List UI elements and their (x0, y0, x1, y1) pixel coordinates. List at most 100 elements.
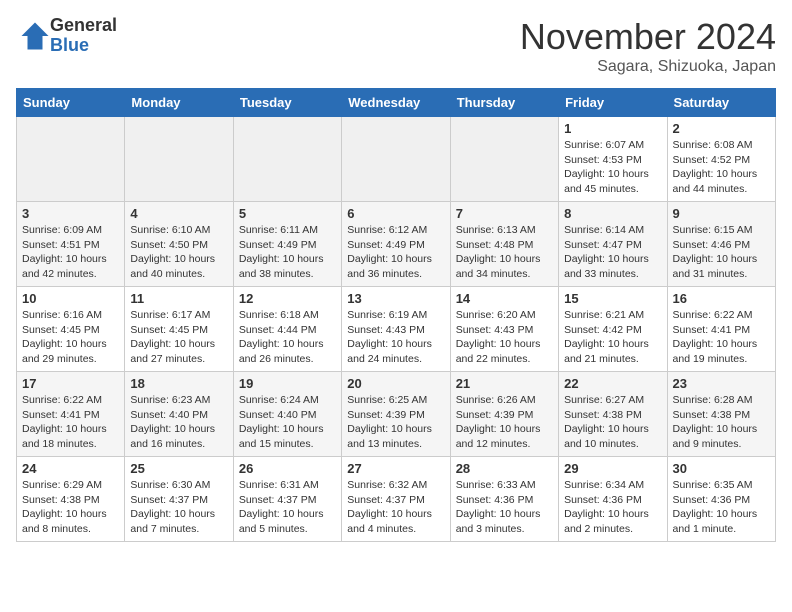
day-number: 20 (347, 376, 444, 391)
day-number: 15 (564, 291, 661, 306)
day-info: Sunrise: 6:10 AM Sunset: 4:50 PM Dayligh… (130, 223, 227, 282)
calendar-day-cell: 6 Sunrise: 6:12 AM Sunset: 4:49 PM Daylig… (342, 202, 450, 287)
day-info: Sunrise: 6:22 AM Sunset: 4:41 PM Dayligh… (673, 308, 770, 367)
day-info: Sunrise: 6:32 AM Sunset: 4:37 PM Dayligh… (347, 478, 444, 537)
day-info: Sunrise: 6:09 AM Sunset: 4:51 PM Dayligh… (22, 223, 119, 282)
day-info: Sunrise: 6:12 AM Sunset: 4:49 PM Dayligh… (347, 223, 444, 282)
day-info: Sunrise: 6:30 AM Sunset: 4:37 PM Dayligh… (130, 478, 227, 537)
day-number: 3 (22, 206, 119, 221)
calendar-day-cell: 7Sunrise: 6:13 AM Sunset: 4:48 PM Daylig… (450, 202, 558, 287)
logo-icon (20, 21, 50, 51)
calendar-day-cell: 26 Sunrise: 6:31 AM Sunset: 4:37 PM Dayli… (233, 457, 341, 542)
day-number: 16 (673, 291, 770, 306)
day-info: Sunrise: 6:23 AM Sunset: 4:40 PM Dayligh… (130, 393, 227, 452)
day-info: Sunrise: 6:24 AM Sunset: 4:40 PM Dayligh… (239, 393, 336, 452)
logo-blue-text: Blue (50, 36, 117, 56)
calendar-day-cell: 28 Sunrise: 6:33 AM Sunset: 4:36 PM Dayli… (450, 457, 558, 542)
calendar-day-cell: 11 Sunrise: 6:17 AM Sunset: 4:45 PM Dayli… (125, 287, 233, 372)
calendar-day-cell: 17Sunrise: 6:22 AM Sunset: 4:41 PM Dayli… (17, 372, 125, 457)
day-number: 22 (564, 376, 661, 391)
day-number: 8 (564, 206, 661, 221)
calendar-week-row: 3 Sunrise: 6:09 AM Sunset: 4:51 PM Daylig… (17, 202, 776, 287)
month-title: November 2024 (520, 16, 776, 58)
calendar-day-cell: 1 Sunrise: 6:07 AM Sunset: 4:53 PM Daylig… (559, 117, 667, 202)
calendar-day-cell: 27 Sunrise: 6:32 AM Sunset: 4:37 PM Dayli… (342, 457, 450, 542)
day-info: Sunrise: 6:17 AM Sunset: 4:45 PM Dayligh… (130, 308, 227, 367)
calendar-day-cell: 10 Sunrise: 6:16 AM Sunset: 4:45 PM Dayli… (17, 287, 125, 372)
calendar-day-cell: 15 Sunrise: 6:21 AM Sunset: 4:42 PM Dayli… (559, 287, 667, 372)
calendar-day-cell: 20Sunrise: 6:25 AM Sunset: 4:39 PM Dayli… (342, 372, 450, 457)
day-info: Sunrise: 6:26 AM Sunset: 4:39 PM Dayligh… (456, 393, 553, 452)
day-info: Sunrise: 6:20 AM Sunset: 4:43 PM Dayligh… (456, 308, 553, 367)
calendar-day-cell: 25 Sunrise: 6:30 AM Sunset: 4:37 PM Dayli… (125, 457, 233, 542)
calendar-week-row: 17Sunrise: 6:22 AM Sunset: 4:41 PM Dayli… (17, 372, 776, 457)
day-info: Sunrise: 6:18 AM Sunset: 4:44 PM Dayligh… (239, 308, 336, 367)
day-number: 9 (673, 206, 770, 221)
day-info: Sunrise: 6:19 AM Sunset: 4:43 PM Dayligh… (347, 308, 444, 367)
day-info: Sunrise: 6:28 AM Sunset: 4:38 PM Dayligh… (673, 393, 770, 452)
day-info: Sunrise: 6:07 AM Sunset: 4:53 PM Dayligh… (564, 138, 661, 197)
day-number: 25 (130, 461, 227, 476)
calendar-header-row: SundayMondayTuesdayWednesdayThursdayFrid… (17, 89, 776, 117)
day-number: 10 (22, 291, 119, 306)
day-number: 1 (564, 121, 661, 136)
day-info: Sunrise: 6:33 AM Sunset: 4:36 PM Dayligh… (456, 478, 553, 537)
day-number: 18 (130, 376, 227, 391)
logo: General Blue (16, 16, 117, 56)
day-info: Sunrise: 6:14 AM Sunset: 4:47 PM Dayligh… (564, 223, 661, 282)
calendar-week-row: 1 Sunrise: 6:07 AM Sunset: 4:53 PM Daylig… (17, 117, 776, 202)
day-number: 21 (456, 376, 553, 391)
calendar-day-cell (125, 117, 233, 202)
day-number: 7 (456, 206, 553, 221)
col-header-wednesday: Wednesday (342, 89, 450, 117)
calendar-day-cell: 16 Sunrise: 6:22 AM Sunset: 4:41 PM Dayli… (667, 287, 775, 372)
calendar-week-row: 24Sunrise: 6:29 AM Sunset: 4:38 PM Dayli… (17, 457, 776, 542)
day-info: Sunrise: 6:08 AM Sunset: 4:52 PM Dayligh… (673, 138, 770, 197)
day-number: 28 (456, 461, 553, 476)
day-number: 26 (239, 461, 336, 476)
calendar-day-cell: 18 Sunrise: 6:23 AM Sunset: 4:40 PM Dayli… (125, 372, 233, 457)
day-info: Sunrise: 6:31 AM Sunset: 4:37 PM Dayligh… (239, 478, 336, 537)
day-number: 6 (347, 206, 444, 221)
day-info: Sunrise: 6:11 AM Sunset: 4:49 PM Dayligh… (239, 223, 336, 282)
calendar-day-cell: 2Sunrise: 6:08 AM Sunset: 4:52 PM Daylig… (667, 117, 775, 202)
calendar-day-cell: 30 Sunrise: 6:35 AM Sunset: 4:36 PM Dayli… (667, 457, 775, 542)
col-header-saturday: Saturday (667, 89, 775, 117)
day-number: 19 (239, 376, 336, 391)
calendar-day-cell: 29Sunrise: 6:34 AM Sunset: 4:36 PM Dayli… (559, 457, 667, 542)
calendar-day-cell: 12 Sunrise: 6:18 AM Sunset: 4:44 PM Dayli… (233, 287, 341, 372)
day-number: 5 (239, 206, 336, 221)
day-info: Sunrise: 6:34 AM Sunset: 4:36 PM Dayligh… (564, 478, 661, 537)
day-number: 27 (347, 461, 444, 476)
day-number: 30 (673, 461, 770, 476)
calendar-day-cell: 19 Sunrise: 6:24 AM Sunset: 4:40 PM Dayli… (233, 372, 341, 457)
calendar-day-cell: 23 Sunrise: 6:28 AM Sunset: 4:38 PM Dayli… (667, 372, 775, 457)
day-info: Sunrise: 6:35 AM Sunset: 4:36 PM Dayligh… (673, 478, 770, 537)
calendar-day-cell: 3 Sunrise: 6:09 AM Sunset: 4:51 PM Daylig… (17, 202, 125, 287)
calendar-day-cell (17, 117, 125, 202)
calendar-week-row: 10 Sunrise: 6:16 AM Sunset: 4:45 PM Dayli… (17, 287, 776, 372)
logo-text: General Blue (50, 16, 117, 56)
day-number: 11 (130, 291, 227, 306)
calendar-day-cell (450, 117, 558, 202)
col-header-thursday: Thursday (450, 89, 558, 117)
day-info: Sunrise: 6:16 AM Sunset: 4:45 PM Dayligh… (22, 308, 119, 367)
calendar-day-cell (233, 117, 341, 202)
day-number: 12 (239, 291, 336, 306)
calendar-day-cell: 24Sunrise: 6:29 AM Sunset: 4:38 PM Dayli… (17, 457, 125, 542)
day-number: 13 (347, 291, 444, 306)
day-info: Sunrise: 6:29 AM Sunset: 4:38 PM Dayligh… (22, 478, 119, 537)
calendar-day-cell: 22 Sunrise: 6:27 AM Sunset: 4:38 PM Dayli… (559, 372, 667, 457)
day-info: Sunrise: 6:21 AM Sunset: 4:42 PM Dayligh… (564, 308, 661, 367)
day-info: Sunrise: 6:15 AM Sunset: 4:46 PM Dayligh… (673, 223, 770, 282)
header: General Blue November 2024 Sagara, Shizu… (16, 16, 776, 76)
title-area: November 2024 Sagara, Shizuoka, Japan (520, 16, 776, 76)
calendar-day-cell: 9 Sunrise: 6:15 AM Sunset: 4:46 PM Daylig… (667, 202, 775, 287)
day-number: 23 (673, 376, 770, 391)
day-info: Sunrise: 6:27 AM Sunset: 4:38 PM Dayligh… (564, 393, 661, 452)
col-header-monday: Monday (125, 89, 233, 117)
col-header-tuesday: Tuesday (233, 89, 341, 117)
calendar-table: SundayMondayTuesdayWednesdayThursdayFrid… (16, 88, 776, 542)
calendar-day-cell: 21 Sunrise: 6:26 AM Sunset: 4:39 PM Dayli… (450, 372, 558, 457)
calendar-day-cell (342, 117, 450, 202)
